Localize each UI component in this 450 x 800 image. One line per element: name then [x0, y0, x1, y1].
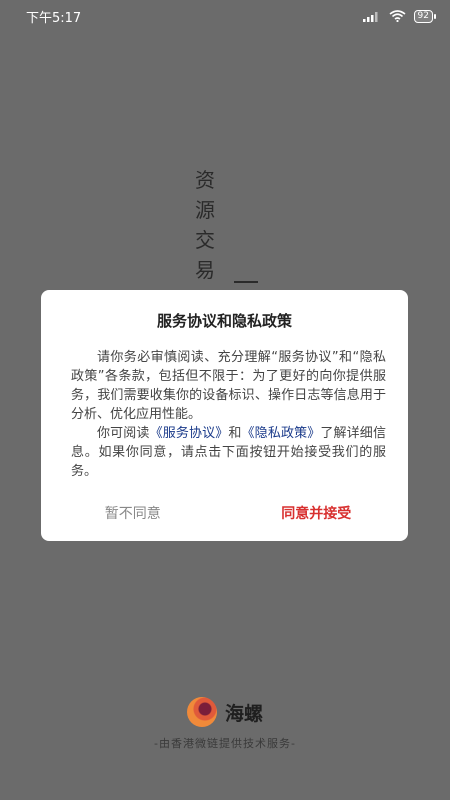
dialog-paragraph-1: 请你务必审慎阅读、充分理解“服务协议”和“隐私政策”各条款，包括但不限于：为了更…: [71, 350, 386, 422]
paragraph-2-and: 和: [228, 426, 242, 441]
dialog-paragraph-2: 你可阅读《服务协议》和《隐私政策》了解详细信息。如果你同意，请点击下面按钮开始接…: [71, 424, 386, 481]
paragraph-2-prefix: 你可阅读: [97, 426, 150, 441]
background-dash: [234, 281, 258, 283]
conch-logo-icon: [186, 697, 217, 727]
background-vertical-text: 资源交易: [195, 168, 215, 282]
brand-name: 海螺: [224, 702, 263, 725]
service-agreement-link[interactable]: 《服务协议》: [150, 426, 229, 441]
dialog-title: 服务协议和隐私政策: [156, 312, 292, 330]
status-time: 下午5:17: [26, 10, 82, 26]
status-bar: 下午5:17 92: [0, 0, 450, 32]
signal-icon: [362, 12, 378, 22]
battery-icon: 92: [413, 9, 436, 23]
wifi-icon: [389, 10, 406, 22]
privacy-policy-link[interactable]: 《隐私政策》: [242, 426, 321, 441]
dialog-buttons: 暂不同意 同意并接受: [41, 496, 408, 530]
brand: 海螺: [0, 697, 450, 727]
accept-button[interactable]: 同意并接受: [225, 496, 409, 530]
privacy-dialog: 服务协议和隐私政策 请你务必审慎阅读、充分理解“服务协议”和“隐私政策”各条款，…: [41, 290, 408, 541]
brand-subtitle: -由香港微链提供技术服务-: [154, 737, 296, 750]
battery-level: 92: [413, 9, 433, 23]
dialog-body: 请你务必审慎阅读、充分理解“服务协议”和“隐私政策”各条款，包括但不限于：为了更…: [71, 348, 386, 481]
status-icons: 92: [362, 9, 436, 23]
decline-button[interactable]: 暂不同意: [41, 496, 225, 530]
